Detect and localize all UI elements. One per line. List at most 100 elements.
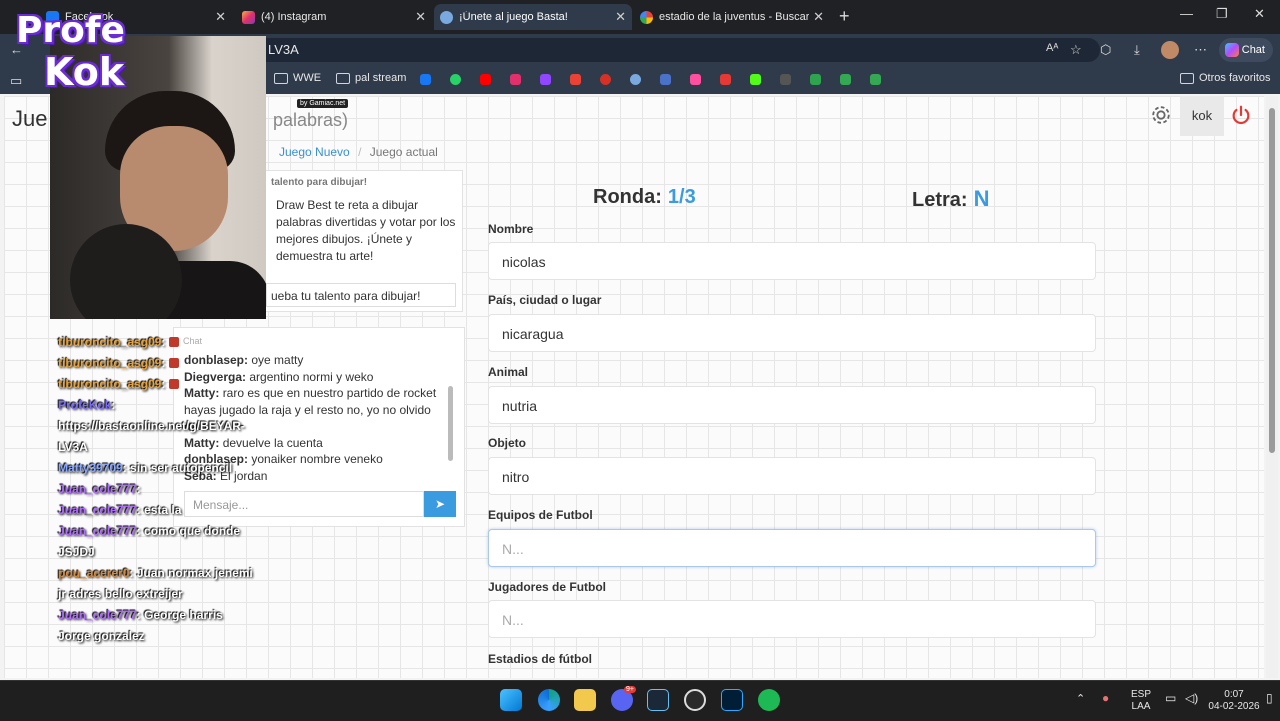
site-icon[interactable] (630, 74, 641, 85)
kick-icon[interactable] (750, 74, 761, 85)
chat-scrollbar[interactable] (447, 358, 453, 488)
page-scroll-thumb[interactable] (1269, 108, 1275, 453)
network-icon[interactable]: ▭ (1165, 692, 1176, 704)
tab-instagram[interactable]: (4) Instagram ✕ (236, 4, 432, 30)
edge-icon[interactable] (538, 689, 560, 711)
sheets-icon[interactable] (840, 74, 851, 85)
downloads-icon[interactable]: ⤓ (1134, 42, 1140, 58)
basta-icon (440, 10, 453, 24)
field-input-animal[interactable]: nutria (488, 386, 1096, 424)
twitch-user: Juan_cole777 (58, 608, 137, 622)
twitch-text: : (161, 377, 166, 391)
twitch-message: ProfeKok: https://bastaonline.net/g/BEYA… (58, 395, 258, 458)
trophy-icon[interactable] (810, 74, 821, 85)
power-icon[interactable] (1230, 104, 1252, 126)
twitch-text: : (136, 482, 141, 496)
facebook-icon[interactable] (420, 74, 431, 85)
twitch-text: : esta la (136, 503, 182, 517)
other-favorites[interactable]: Otros favoritos (1180, 72, 1271, 84)
letter-label: Letra: (912, 189, 968, 211)
twitch-chat-overlay: tiburoncito_asg09: tiburoncito_asg09: ti… (58, 332, 258, 647)
other-favorites-label: Otros favoritos (1199, 72, 1271, 84)
close-tab-icon[interactable]: ✕ (813, 9, 824, 25)
send-icon: ➤ (434, 497, 446, 511)
copilot-chat-button[interactable]: Chat (1219, 38, 1273, 62)
twitch-user: pou_acerer0 (58, 566, 130, 580)
breadcrumb-separator: / (358, 145, 362, 159)
folder-icon (336, 72, 350, 84)
spotify-icon[interactable] (758, 689, 780, 711)
twitch-message: Juan_cole777: esta la (58, 500, 258, 521)
tab-label: ¡Únete al juego Basta! (459, 11, 568, 23)
tab-basta[interactable]: ¡Únete al juego Basta! ✕ (434, 4, 632, 30)
field-label-estadios: Estadios de fútbol (488, 652, 593, 666)
language-code: ESP (1130, 689, 1151, 700)
field-input-jugadores[interactable]: N... (488, 600, 1096, 638)
whatsapp-icon[interactable] (450, 74, 461, 85)
field-input-equipos[interactable]: N... (488, 529, 1096, 567)
letter-value: N (973, 186, 990, 211)
promo-cta-button[interactable]: ueba tu talento para dibujar! (266, 283, 456, 307)
close-tab-icon[interactable]: ✕ (615, 9, 626, 25)
close-tab-icon[interactable]: ✕ (415, 9, 426, 25)
clock-date: 04-02-2026 (1208, 701, 1260, 712)
gear-icon[interactable] (1150, 104, 1172, 126)
extensions-icon[interactable]: ⬡ (1100, 42, 1111, 58)
chat-scroll-thumb[interactable] (448, 386, 453, 461)
youtube-icon[interactable] (480, 74, 491, 85)
maximize-icon[interactable]: ❐ (1216, 6, 1228, 22)
field-input-pais[interactable]: nicaragua (488, 314, 1096, 352)
tab-label: (4) Instagram (261, 11, 327, 23)
chat-text: argentino normi y weko (249, 369, 374, 384)
chat-text: oye matty (251, 353, 304, 367)
address-input[interactable]: LV3A (240, 38, 1100, 62)
page-title-suffix: palabras) (273, 110, 349, 130)
minimize-icon[interactable]: — (1180, 6, 1193, 21)
photoshop-icon[interactable] (721, 689, 743, 711)
twitch-user: tiburoncito_asg09 (58, 377, 162, 391)
field-input-objeto[interactable]: nitro (488, 457, 1096, 495)
clock[interactable]: 0:07 04-02-2026 (1206, 689, 1262, 713)
tray-overflow-icon[interactable]: ⌃ (1076, 693, 1085, 705)
profile-avatar[interactable] (1161, 41, 1179, 59)
field-label-jugadores: Jugadores de Futbol (488, 580, 607, 594)
twitch-icon[interactable] (540, 74, 551, 85)
read-aloud-icon[interactable]: Aᴬ (1046, 42, 1058, 54)
user-menu[interactable]: kok (1180, 96, 1224, 136)
more-menu-icon[interactable]: ⋯ (1194, 42, 1207, 58)
close-tab-icon[interactable]: ✕ (215, 9, 226, 25)
site-icon[interactable] (780, 74, 791, 85)
volume-icon[interactable]: ◁) (1185, 692, 1198, 704)
tab-google-search[interactable]: estadio de la juventus - Buscar con ✕ (634, 4, 830, 30)
instagram-icon[interactable] (510, 74, 521, 85)
file-explorer-icon[interactable] (574, 689, 596, 711)
page-scrollbar[interactable] (1266, 96, 1278, 678)
start-icon[interactable] (500, 689, 522, 711)
steam-icon[interactable] (647, 689, 669, 711)
bookmark-icon[interactable] (720, 74, 731, 85)
logo-line2: Kok (44, 50, 125, 94)
field-input-nombre[interactable]: nicolas (488, 242, 1096, 280)
twitch-message: pou_acerer0: Juan normax jenemi jr adres… (58, 563, 258, 605)
mic-tray-icon[interactable]: ● (1102, 692, 1109, 704)
obs-icon[interactable] (684, 689, 706, 711)
emote-icon (169, 337, 180, 347)
notifications-icon[interactable]: ▯ (1266, 692, 1273, 704)
breadcrumb-new-game-link[interactable]: Juego Nuevo (279, 145, 350, 159)
chat-send-button[interactable]: ➤ (424, 491, 456, 517)
app-icon[interactable] (690, 74, 701, 85)
field-label-pais: País, ciudad o lugar (488, 293, 602, 307)
language-indicator[interactable]: ESP LAA (1124, 689, 1158, 713)
twitch-message: Matty39709: sin ser autopencil (58, 458, 258, 479)
streamlabs-icon[interactable] (600, 74, 611, 85)
new-tab-icon[interactable]: + (839, 6, 850, 27)
close-window-icon[interactable]: ✕ (1254, 6, 1265, 22)
sheets-icon[interactable] (870, 74, 881, 85)
favorite-star-icon[interactable]: ☆ (1070, 42, 1082, 58)
gmail-icon[interactable] (570, 74, 581, 85)
twitch-user: Juan_cole777 (58, 503, 137, 517)
page-icon[interactable] (660, 74, 671, 85)
chat-label: Chat (1241, 44, 1265, 56)
favorite-wwe[interactable]: WWE (274, 72, 321, 84)
favorite-pal-stream[interactable]: pal stream (336, 72, 406, 84)
